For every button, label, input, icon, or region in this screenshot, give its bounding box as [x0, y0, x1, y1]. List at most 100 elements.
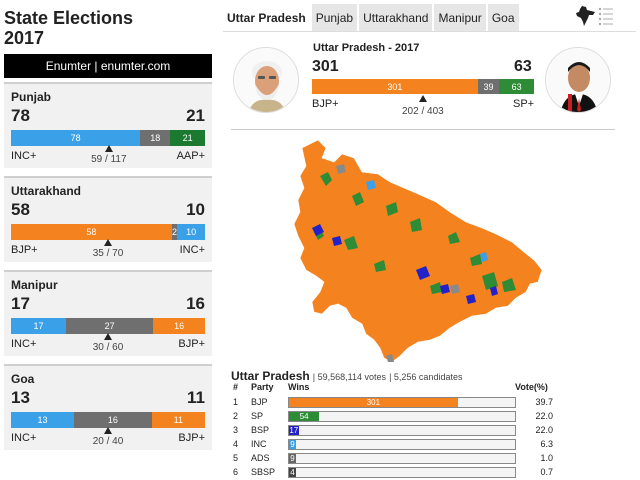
- majority-label: 59 / 117: [91, 154, 127, 165]
- state-card-uttarakhand[interactable]: Uttarakhand 58 10 58 2 10 BJP+ INC+ 35 / 70: [4, 176, 212, 262]
- state-name: Punjab: [11, 90, 52, 104]
- left-party: INC+: [11, 150, 37, 162]
- row-number: 1: [233, 397, 239, 407]
- left-party: BJP+: [11, 244, 38, 256]
- state-card-goa[interactable]: Goa 13 11 13 16 11 INC+ BJP+ 20 / 40: [4, 364, 212, 450]
- right-party: BJP+: [178, 338, 205, 350]
- left-seats: 17: [11, 294, 30, 313]
- results-votes: 59,568,114 votes: [317, 372, 386, 382]
- tab-uttarakhand[interactable]: Uttarakhand: [359, 4, 433, 32]
- results-candidates: 5,256 candidates: [393, 372, 463, 382]
- results-columns: # Party Wins Vote(%): [231, 382, 553, 394]
- state-card-manipur[interactable]: Manipur 17 16 17 27 16 INC+ BJP+ 30 / 60: [4, 270, 212, 356]
- page-title: State Elections 2017: [4, 8, 212, 48]
- bjp-leader-avatar: [233, 47, 299, 113]
- row-party: INC: [251, 439, 267, 449]
- seat-segment: 11: [151, 412, 205, 428]
- row-vote: 1.0: [540, 453, 553, 463]
- right-seats: 21: [186, 106, 205, 125]
- brand-banner[interactable]: Enumter | enumter.com: [4, 54, 212, 78]
- col-vote: Vote(%): [515, 382, 548, 392]
- title-line-1: State Elections: [4, 8, 134, 28]
- majority-marker-icon: [104, 145, 113, 152]
- seat-bar: 58 2 10: [11, 224, 206, 240]
- header-majority: 202 / 403: [402, 106, 444, 117]
- seat-segment: 78: [11, 130, 141, 146]
- results-row[interactable]: 2 SP 54 22.0: [231, 410, 553, 424]
- results-row[interactable]: 3 BSP 17 22.0: [231, 424, 553, 438]
- tab-punjab[interactable]: Punjab: [311, 4, 358, 32]
- wins-bar: 9: [288, 453, 516, 464]
- seat-bar: 17 27 16: [11, 318, 205, 334]
- row-party: BSP: [251, 425, 270, 435]
- wins-bar: 54: [288, 411, 516, 422]
- right-party: INC+: [179, 244, 205, 256]
- left-seats: 13: [11, 388, 30, 407]
- wins-bar: 301: [288, 397, 516, 408]
- title-line-2: 2017: [4, 28, 45, 48]
- wins-fill: 9: [289, 454, 296, 463]
- state-name: Goa: [11, 372, 35, 386]
- wins-bar: 4: [288, 467, 516, 478]
- seat-segment: 17: [11, 318, 66, 334]
- list-menu-icon[interactable]: [598, 6, 614, 26]
- seat-segment: 10: [177, 224, 206, 240]
- row-number: 3: [233, 425, 239, 435]
- state-name: Manipur: [11, 278, 58, 292]
- tab-divider: [223, 31, 636, 32]
- header-left-seats: 301: [312, 58, 339, 75]
- seat-segment: 18: [140, 130, 171, 146]
- wins-fill: 9: [289, 440, 296, 449]
- results-row[interactable]: 5 ADS 9 1.0: [231, 452, 553, 466]
- row-vote: 22.0: [535, 411, 553, 421]
- results-row[interactable]: 4 INC 9 6.3: [231, 438, 553, 452]
- majority-marker-icon: [419, 95, 427, 102]
- majority-marker-icon: [104, 239, 112, 246]
- right-party: AAP+: [176, 150, 205, 162]
- header-seat-bar: 301 39 63: [312, 79, 534, 94]
- results-row[interactable]: 1 BJP 301 39.7: [231, 396, 553, 410]
- col-wins: Wins: [288, 382, 310, 392]
- seat-segment: 58: [11, 224, 172, 240]
- majority-label: 30 / 60: [92, 342, 124, 353]
- state-tabs: Uttar Pradesh Punjab Uttarakhand Manipur…: [223, 4, 521, 32]
- wins-bar: 9: [288, 439, 516, 450]
- wins-fill: 17: [289, 426, 299, 435]
- left-party: INC+: [11, 432, 37, 444]
- seat-segment: 16: [153, 318, 205, 334]
- row-number: 5: [233, 453, 239, 463]
- row-number: 6: [233, 467, 239, 477]
- row-party: BJP: [251, 397, 268, 407]
- left-seats: 58: [11, 200, 30, 219]
- india-map-icon[interactable]: [574, 5, 596, 27]
- results-state: Uttar Pradesh: [231, 369, 310, 383]
- row-party: ADS: [251, 453, 270, 463]
- right-seats: 10: [186, 200, 205, 219]
- right-seats: 16: [186, 294, 205, 313]
- header-divider: [231, 129, 615, 130]
- state-name: Uttarakhand: [11, 184, 82, 198]
- sp-leader-avatar: [545, 47, 611, 113]
- left-party: INC+: [11, 338, 37, 350]
- tab-manipur[interactable]: Manipur: [434, 4, 486, 32]
- header-right-party: SP+: [513, 98, 535, 110]
- header-seat-segment: 39: [477, 79, 500, 94]
- tab-uttar-pradesh[interactable]: Uttar Pradesh: [223, 4, 310, 32]
- header-seat-segment: 63: [499, 79, 534, 94]
- majority-marker-icon: [104, 333, 112, 340]
- seat-segment: 27: [65, 318, 154, 334]
- right-party: BJP+: [178, 432, 205, 444]
- seat-segment: 16: [74, 412, 152, 428]
- state-card-punjab[interactable]: Punjab 78 21 78 18 21 INC+ AAP+ 59 / 117: [4, 82, 212, 168]
- header-left-party: BJP+: [312, 98, 339, 110]
- col-number: #: [233, 382, 239, 392]
- row-party: SP: [251, 411, 264, 421]
- seat-bar: 13 16 11: [11, 412, 205, 428]
- tab-goa[interactable]: Goa: [487, 4, 519, 32]
- row-number: 4: [233, 439, 239, 449]
- results-row[interactable]: 6 SBSP 4 0.7: [231, 466, 553, 480]
- seat-bar: 78 18 21: [11, 130, 205, 146]
- wins-bar: 17: [288, 425, 516, 436]
- row-vote: 39.7: [535, 397, 553, 407]
- uttar-pradesh-constituency-map[interactable]: [290, 136, 580, 366]
